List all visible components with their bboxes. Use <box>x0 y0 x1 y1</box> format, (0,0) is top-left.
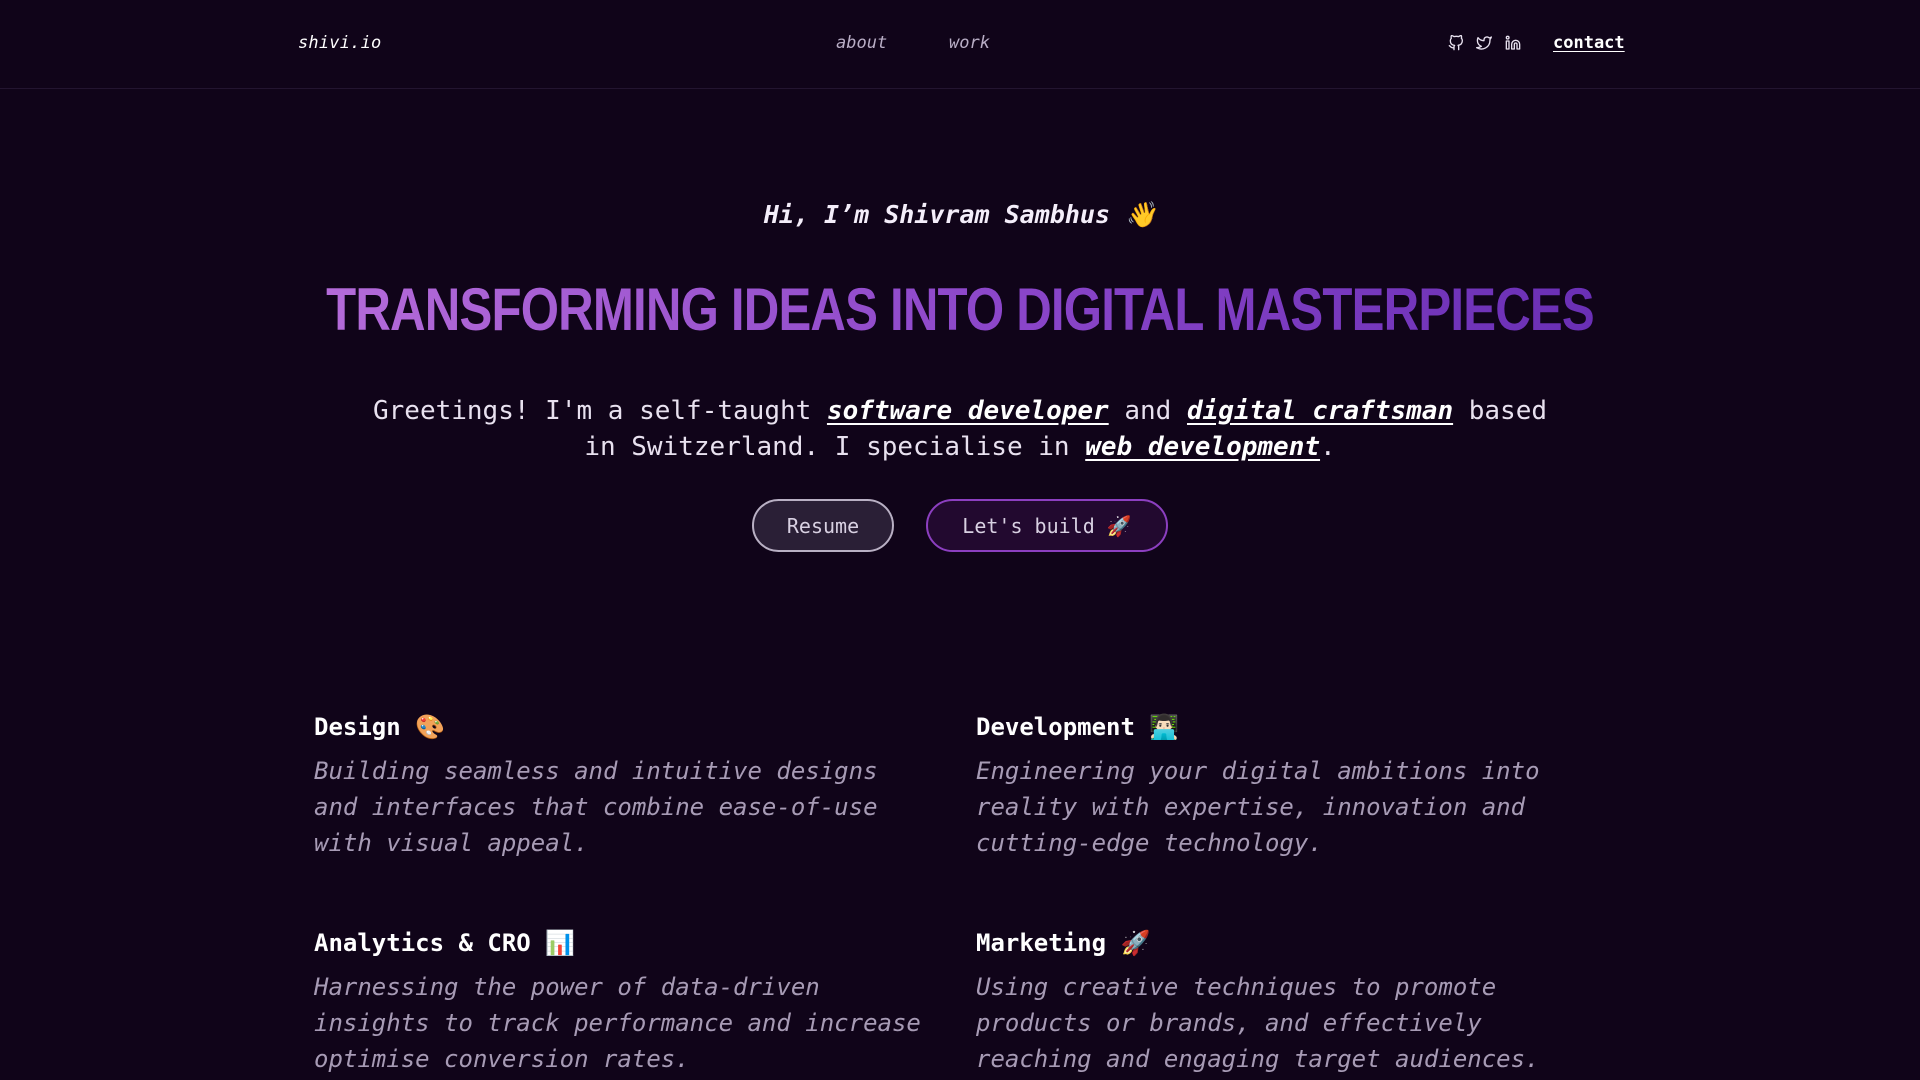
linkedin-icon[interactable] <box>1504 34 1522 52</box>
contact-link[interactable]: contact <box>1553 33 1625 53</box>
site-logo[interactable]: shivi.io <box>298 33 381 53</box>
lets-build-button[interactable]: Let's build 🚀 <box>926 499 1168 552</box>
service-marketing: Marketing 🚀 Using creative techniques to… <box>976 927 1616 1077</box>
service-title: Development 👨🏻‍💻 <box>976 713 1180 741</box>
page-headline: TRANSFORMING IDEAS INTO DIGITAL MASTERPI… <box>173 275 1747 345</box>
intro-text-2: and <box>1108 396 1187 426</box>
service-analytics: Analytics & CRO 📊 Harnessing the power o… <box>314 927 954 1077</box>
top-navigation-bar: shivi.io about work contact <box>0 0 1920 89</box>
twitter-icon[interactable] <box>1475 34 1493 52</box>
service-title: Design 🎨 <box>314 713 446 741</box>
headline-text: TRANSFORMING IDEAS INTO DIGITAL MASTERPI… <box>326 276 1595 343</box>
greeting-text: Hi, I’m Shivram Sambhus 👋 <box>763 200 1157 229</box>
service-description: Engineering your digital ambitions into … <box>976 757 1540 857</box>
software-developer-link[interactable]: software developer <box>827 396 1109 426</box>
resume-button[interactable]: Resume <box>752 499 894 552</box>
github-icon[interactable] <box>1447 34 1465 52</box>
service-title: Analytics & CRO 📊 <box>314 929 576 957</box>
intro-text-1: Greetings! I'm a self-taught <box>372 396 827 426</box>
nav-link-work[interactable]: work <box>949 33 990 53</box>
digital-craftsman-link[interactable]: digital craftsman <box>1187 396 1453 426</box>
service-design: Design 🎨 Building seamless and intuitive… <box>314 711 954 861</box>
service-title: Marketing 🚀 <box>976 929 1151 957</box>
service-description: Building seamless and intuitive designs … <box>314 757 878 857</box>
service-description: Harnessing the power of data-driven insi… <box>314 973 921 1073</box>
service-description: Using creative techniques to promote pro… <box>976 973 1540 1073</box>
intro-text-4: . <box>1320 432 1336 462</box>
service-development: Development 👨🏻‍💻 Engineering your digita… <box>976 711 1616 861</box>
intro-paragraph: Greetings! I'm a self-taught software de… <box>360 393 1560 465</box>
web-development-link[interactable]: web development <box>1085 432 1320 462</box>
nav-link-about[interactable]: about <box>836 33 887 53</box>
